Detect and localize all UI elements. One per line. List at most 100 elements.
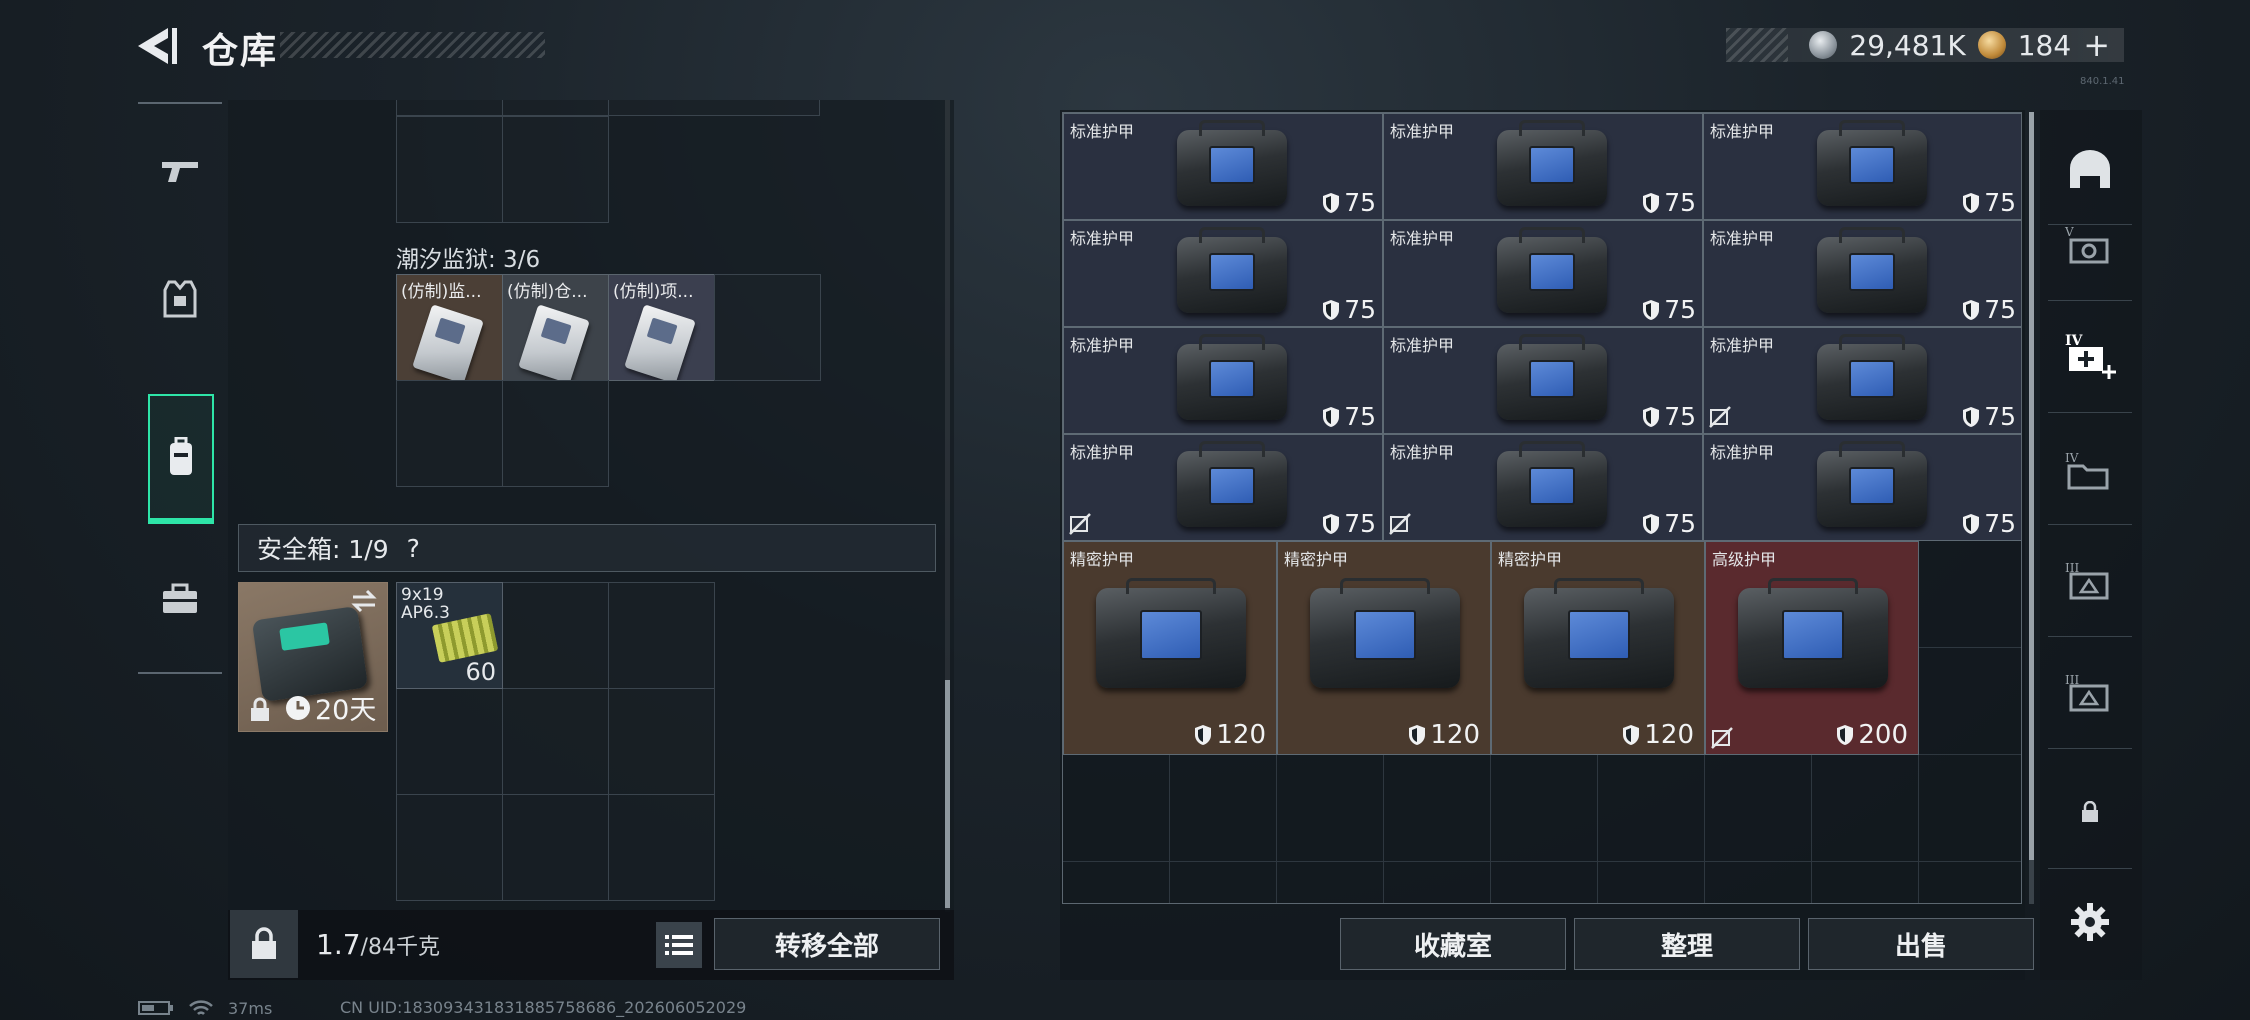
grid-cell[interactable] bbox=[502, 100, 609, 116]
rail-filter-iii-b[interactable]: III bbox=[2048, 642, 2132, 742]
grid-cell[interactable] bbox=[502, 582, 609, 689]
no-insurance-icon bbox=[1069, 513, 1091, 535]
prison-item-3[interactable]: (仿制)项... bbox=[608, 274, 715, 381]
armor-label: 精密护甲 bbox=[1498, 550, 1563, 569]
prison-item-1[interactable]: (仿制)监... bbox=[396, 274, 503, 381]
grid-cell[interactable] bbox=[608, 794, 715, 901]
tab-case[interactable] bbox=[138, 536, 222, 662]
tab-backpack[interactable] bbox=[148, 394, 214, 524]
list-view-button[interactable] bbox=[656, 922, 702, 968]
grid-cell[interactable] bbox=[608, 582, 715, 689]
armor-vest-image bbox=[1817, 334, 1927, 420]
vest-plate bbox=[1849, 360, 1895, 398]
safe-box-label: 安全箱: 1/9 bbox=[257, 535, 389, 564]
armor-item[interactable]: 标准护甲 75 bbox=[1063, 113, 1383, 220]
rail-filter-iii-a[interactable]: III bbox=[2048, 530, 2132, 630]
armor-durability: 120 bbox=[1194, 720, 1266, 750]
armor-durability-value: 200 bbox=[1858, 720, 1908, 750]
armor-item-large[interactable]: 高级护甲 200 bbox=[1705, 541, 1919, 755]
armor-durability: 75 bbox=[1962, 509, 2016, 538]
svg-text:IV: IV bbox=[2065, 333, 2084, 349]
armor-item[interactable]: 标准护甲 75 bbox=[1383, 434, 1703, 541]
armor-item[interactable]: 标准护甲 75 bbox=[1383, 327, 1703, 434]
tab-armor[interactable] bbox=[138, 236, 222, 362]
armor-durability-value: 75 bbox=[1984, 402, 2016, 431]
sell-button[interactable]: 出售 bbox=[1808, 918, 2034, 970]
grid-cell[interactable] bbox=[714, 274, 821, 381]
gold-currency-value: 184 bbox=[2017, 28, 2072, 62]
armor-durability-value: 75 bbox=[1984, 295, 2016, 324]
armor-durability-value: 75 bbox=[1664, 509, 1696, 538]
collection-room-button[interactable]: 收藏室 bbox=[1340, 918, 1566, 970]
transfer-all-button[interactable]: 转移全部 bbox=[714, 918, 940, 970]
settings-button[interactable] bbox=[2048, 872, 2132, 972]
grid-cell[interactable] bbox=[502, 688, 609, 795]
armor-item[interactable]: 标准护甲 75 bbox=[1703, 327, 2021, 434]
grid-cell[interactable] bbox=[502, 794, 609, 901]
vest-strap bbox=[1839, 441, 1905, 457]
grid-cell[interactable] bbox=[608, 688, 715, 795]
ammo-item[interactable]: 9x19 AP6.3 60 bbox=[396, 582, 503, 689]
armor-item-large[interactable]: 精密护甲 120 bbox=[1491, 541, 1705, 755]
grid-cell[interactable] bbox=[396, 794, 503, 901]
grid-cell[interactable] bbox=[502, 116, 609, 223]
vest-strap bbox=[1199, 120, 1265, 136]
tab-weapons[interactable] bbox=[138, 108, 222, 234]
armor-durability-value: 75 bbox=[1344, 295, 1376, 324]
safe-box-duration: 20天 bbox=[315, 695, 377, 726]
category-tabs bbox=[138, 102, 222, 674]
prison-item-2[interactable]: (仿制)仓... bbox=[502, 274, 609, 381]
weight-readout: 1.7/84千克 bbox=[316, 928, 440, 961]
gold-add-button[interactable]: + bbox=[2083, 26, 2110, 64]
rail-filter-iv-folder[interactable]: IV bbox=[2048, 420, 2132, 520]
grid-cell[interactable] bbox=[502, 380, 609, 487]
silver-coin-icon bbox=[1809, 31, 1838, 59]
back-arrow-icon bbox=[138, 28, 177, 64]
grid-cell[interactable] bbox=[396, 100, 503, 116]
grid-cell[interactable] bbox=[396, 380, 503, 487]
swap-icon[interactable] bbox=[349, 589, 379, 613]
safe-box-case[interactable]: 20天 bbox=[238, 582, 388, 732]
armor-vest-image bbox=[1177, 334, 1287, 420]
storage-scrollbar-thumb[interactable] bbox=[2029, 112, 2034, 860]
rail-divider bbox=[2048, 748, 2132, 749]
vest-plate bbox=[1849, 146, 1895, 184]
armor-vest-image bbox=[1497, 334, 1607, 420]
grid-cell[interactable] bbox=[396, 116, 503, 223]
vest-plate bbox=[1782, 610, 1844, 660]
armor-item[interactable]: 标准护甲 75 bbox=[1383, 113, 1703, 220]
rail-locked-slot[interactable] bbox=[2048, 762, 2132, 862]
armor-label: 标准护甲 bbox=[1710, 336, 1775, 355]
folder-filter-icon: IV bbox=[2065, 451, 2109, 490]
rail-divider bbox=[2048, 412, 2132, 413]
rail-filter-iv-camera[interactable]: V bbox=[2048, 194, 2132, 294]
armor-durability: 75 bbox=[1322, 509, 1376, 538]
grid-cell[interactable] bbox=[396, 688, 503, 795]
armor-item[interactable]: 标准护甲 75 bbox=[1703, 220, 2021, 327]
armor-vest-image bbox=[1310, 578, 1460, 688]
armor-item[interactable]: 标准护甲 75 bbox=[1703, 113, 2021, 220]
vest-strap bbox=[1126, 578, 1216, 594]
armor-item-large[interactable]: 精密护甲 120 bbox=[1063, 541, 1277, 755]
grid-cell[interactable] bbox=[608, 100, 820, 116]
armor-item[interactable]: 标准护甲 75 bbox=[1063, 220, 1383, 327]
status-bar: 37ms bbox=[138, 998, 272, 1018]
armor-durability-value: 75 bbox=[1664, 402, 1696, 431]
svg-text:V: V bbox=[2064, 225, 2074, 239]
armor-vest-image bbox=[1738, 578, 1888, 688]
help-button[interactable]: ? bbox=[407, 534, 420, 563]
armor-durability: 75 bbox=[1322, 402, 1376, 431]
vest-strap bbox=[1519, 120, 1585, 136]
armor-shield-icon bbox=[1409, 725, 1426, 745]
left-scrollbar-thumb[interactable] bbox=[945, 680, 950, 908]
item-name: (仿制)监... bbox=[401, 282, 482, 302]
armor-item[interactable]: 标准护甲 75 bbox=[1703, 434, 2021, 541]
armor-item-large[interactable]: 精密护甲 120 bbox=[1277, 541, 1491, 755]
armor-item[interactable]: 标准护甲 75 bbox=[1383, 220, 1703, 327]
organize-button[interactable]: 整理 bbox=[1574, 918, 1800, 970]
armor-item[interactable]: 标准护甲 75 bbox=[1063, 327, 1383, 434]
back-button[interactable] bbox=[132, 24, 180, 68]
armor-item[interactable]: 标准护甲 75 bbox=[1063, 434, 1383, 541]
backpack-lock-button[interactable] bbox=[230, 910, 298, 978]
rail-filter-iv-add[interactable]: IV bbox=[2048, 306, 2132, 406]
